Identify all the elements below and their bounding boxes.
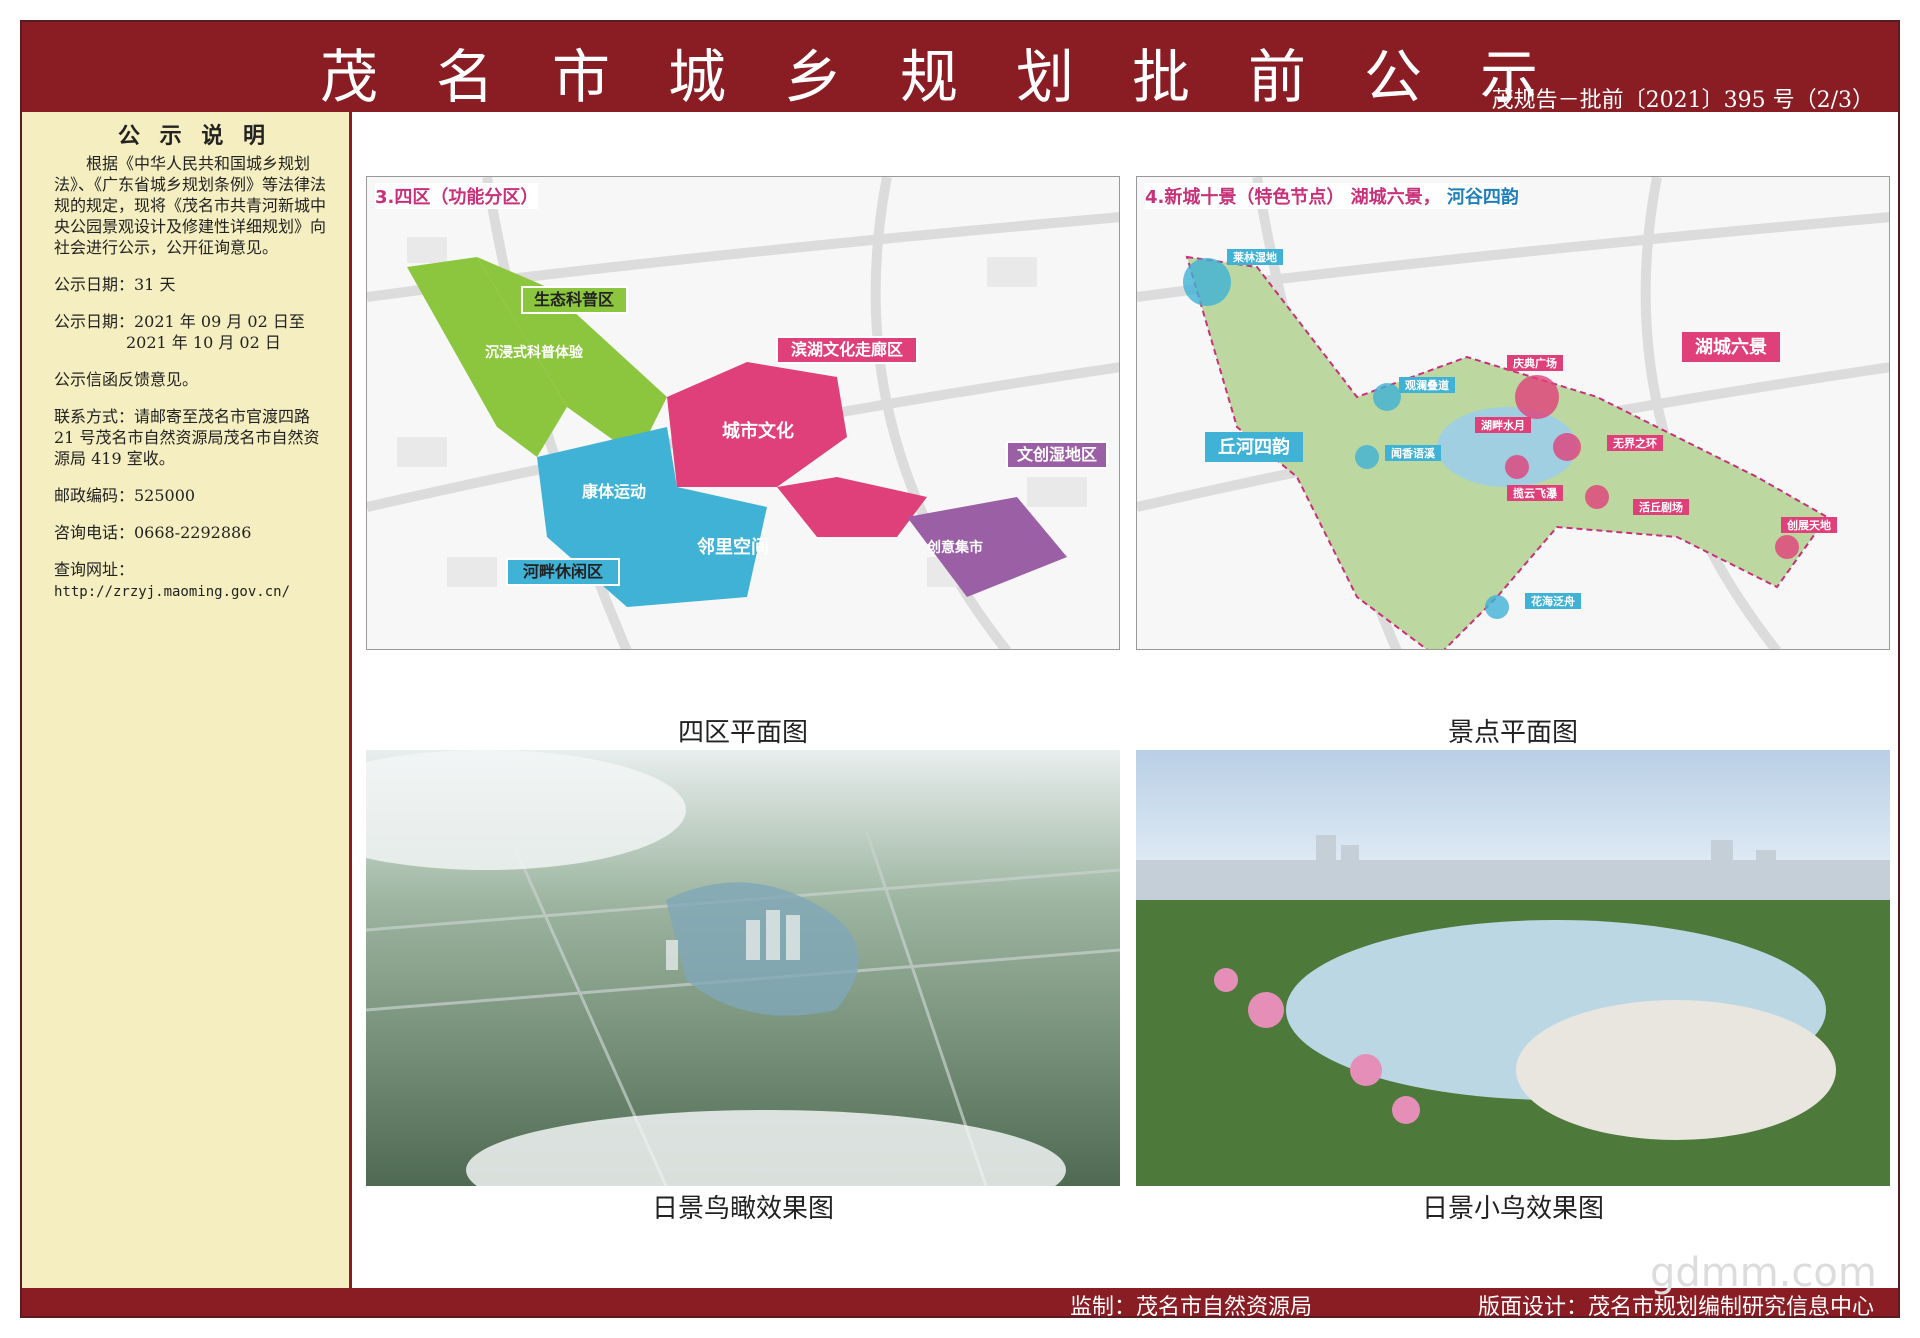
page-frame — [20, 20, 1900, 1318]
